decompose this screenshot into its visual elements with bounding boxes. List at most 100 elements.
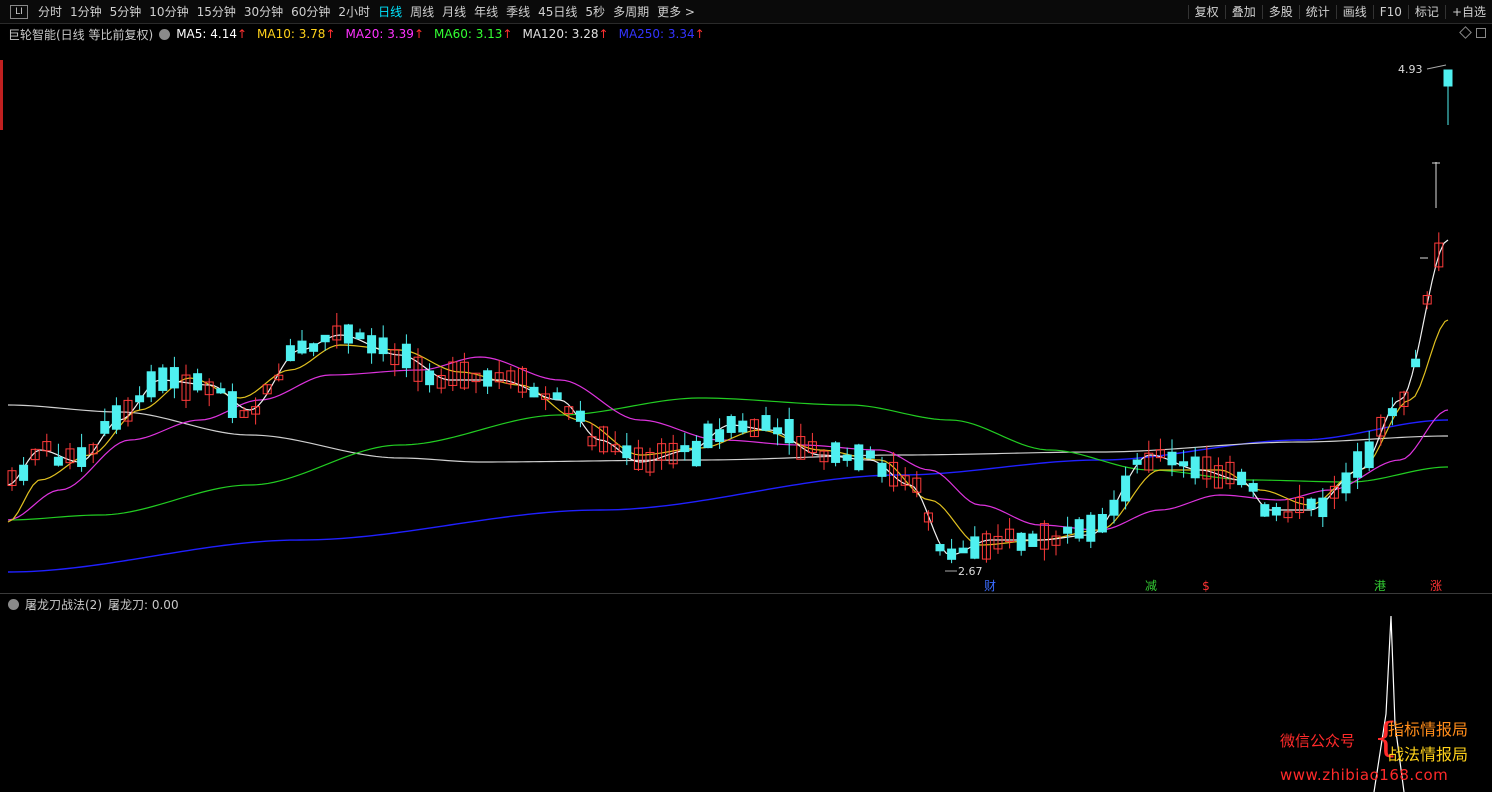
candle-body xyxy=(1016,532,1026,551)
low-price-label: 2.67 xyxy=(958,565,983,578)
period-tab[interactable]: 周线 xyxy=(406,0,438,24)
period-tab[interactable]: 10分钟 xyxy=(145,0,192,24)
settings-circle-icon[interactable] xyxy=(159,28,171,40)
chart-mode-icon[interactable]: LI xyxy=(10,4,28,19)
maximize-icon[interactable] xyxy=(1476,28,1486,38)
tool-button[interactable]: F10 xyxy=(1372,5,1408,19)
candle-body xyxy=(773,427,783,435)
candle-body xyxy=(1121,475,1131,502)
tool-button[interactable]: 复权 xyxy=(1187,5,1225,19)
period-tab[interactable]: 月线 xyxy=(438,0,470,24)
candle-body xyxy=(1097,514,1107,533)
candle-body xyxy=(691,440,701,467)
candle-body xyxy=(1086,514,1096,542)
period-tab[interactable]: 15分钟 xyxy=(193,0,240,24)
candle-body xyxy=(877,462,887,477)
watermark-line2: 战法情报局 xyxy=(1388,745,1469,764)
period-tab[interactable]: 更多 > xyxy=(653,0,699,24)
tool-button[interactable]: 标记 xyxy=(1407,5,1445,19)
candle-body xyxy=(77,447,87,467)
candle-body xyxy=(1387,408,1397,417)
candle-body xyxy=(483,370,493,387)
candle-body xyxy=(1364,441,1374,469)
event-marker[interactable]: 减 xyxy=(1145,579,1157,592)
event-marker[interactable]: 港 xyxy=(1374,579,1386,592)
period-tab[interactable]: 45日线 xyxy=(534,0,581,24)
candle-body xyxy=(575,410,585,422)
high-price-pointer xyxy=(1426,64,1447,70)
candle-body xyxy=(726,416,736,433)
candle-body xyxy=(216,388,226,394)
event-marker[interactable]: 涨 xyxy=(1430,578,1442,592)
period-tab[interactable]: 2小时 xyxy=(334,0,374,24)
event-marker[interactable]: $ xyxy=(1202,579,1210,592)
event-marker[interactable]: 财 xyxy=(984,579,996,592)
tool-button[interactable]: 统计 xyxy=(1298,5,1336,19)
watermark-url: www.zhibiao168.com xyxy=(1280,766,1449,784)
period-tab[interactable]: 多周期 xyxy=(609,0,653,24)
candle-body xyxy=(703,423,713,449)
candle-body xyxy=(854,444,864,471)
candle-body xyxy=(1248,483,1258,492)
candle-body xyxy=(425,370,435,386)
candle-body xyxy=(1318,497,1328,518)
candle-body xyxy=(320,334,330,343)
candlestick-chart[interactable]: 4.93 2.67财 减 $ 港 涨 xyxy=(0,42,1492,592)
period-tab[interactable]: 60分钟 xyxy=(287,0,334,24)
candle-body xyxy=(53,456,63,466)
candle-body xyxy=(529,386,539,398)
candle-body xyxy=(552,392,562,400)
candle-body xyxy=(285,345,295,362)
period-tab[interactable]: 日线 xyxy=(374,0,406,24)
candle-body xyxy=(1353,451,1363,478)
tool-button[interactable]: 画线 xyxy=(1335,5,1373,19)
ma-legend-item: MA250: 3.34↑ xyxy=(618,27,705,41)
period-tab[interactable]: 5分钟 xyxy=(106,0,146,24)
main-chart-header: 巨轮智能(日线 等比前复权) MA5: 4.14↑ MA10: 3.78↑ MA20… xyxy=(8,26,715,42)
candle-body xyxy=(947,548,957,560)
candle-body xyxy=(343,324,353,344)
candle-body xyxy=(784,419,794,444)
ma-legend-item: MA60: 3.13↑ xyxy=(434,27,513,41)
ma5-line xyxy=(7,239,1449,556)
tool-button[interactable]: +自选 xyxy=(1444,5,1492,19)
candle-body xyxy=(169,367,179,389)
candle-body xyxy=(1443,69,1453,87)
period-tab[interactable]: 30分钟 xyxy=(240,0,287,24)
candle-body xyxy=(1341,472,1351,494)
watermark: 微信公众号 { 指标情报局 战法情报局 www.zhibiao168.com xyxy=(1280,716,1485,786)
candle-body xyxy=(715,429,725,442)
ma-legend-item: MA5: 4.14↑ xyxy=(176,27,248,41)
ma20-line xyxy=(7,356,1449,531)
period-tab[interactable]: 年线 xyxy=(470,0,502,24)
watermark-line1: 指标情报局 xyxy=(1388,720,1469,739)
candle-body xyxy=(367,335,377,354)
candle-body xyxy=(1190,456,1200,479)
period-tab[interactable]: 分时 xyxy=(34,0,66,24)
tool-button[interactable]: 多股 xyxy=(1261,5,1299,19)
candle-body xyxy=(146,371,156,398)
high-price-label: 4.93 xyxy=(1398,63,1423,76)
candle-body xyxy=(1237,471,1247,486)
candle-body xyxy=(355,332,365,340)
candle-body xyxy=(1179,461,1189,467)
candle-body xyxy=(135,395,145,403)
candle-body xyxy=(622,445,632,459)
period-tab[interactable]: 季线 xyxy=(502,0,534,24)
tool-button[interactable]: 叠加 xyxy=(1224,5,1262,19)
candle-body xyxy=(680,445,690,453)
stock-title: 巨轮智能(日线 等比前复权) xyxy=(8,27,154,42)
ma-legend-item: MA10: 3.78↑ xyxy=(257,27,336,41)
indicator-chart xyxy=(1373,615,1405,792)
period-tabs: 分时 1分钟 5分钟 10分钟 15分钟 30分钟 60分钟 2小时 日线 周线 月线 年线 季线 45日… xyxy=(34,0,699,24)
ma-legend-item: MA120: 3.28↑ xyxy=(522,27,609,41)
candle-body xyxy=(158,367,168,391)
period-tab[interactable]: 1分钟 xyxy=(66,0,106,24)
diamond-icon[interactable] xyxy=(1459,26,1472,39)
candle-body xyxy=(761,415,771,431)
candle-body xyxy=(1306,498,1316,510)
candle-body xyxy=(401,343,411,369)
candle-body xyxy=(309,343,319,352)
candle-body xyxy=(1074,519,1084,539)
period-tab[interactable]: 5秒 xyxy=(581,0,609,24)
